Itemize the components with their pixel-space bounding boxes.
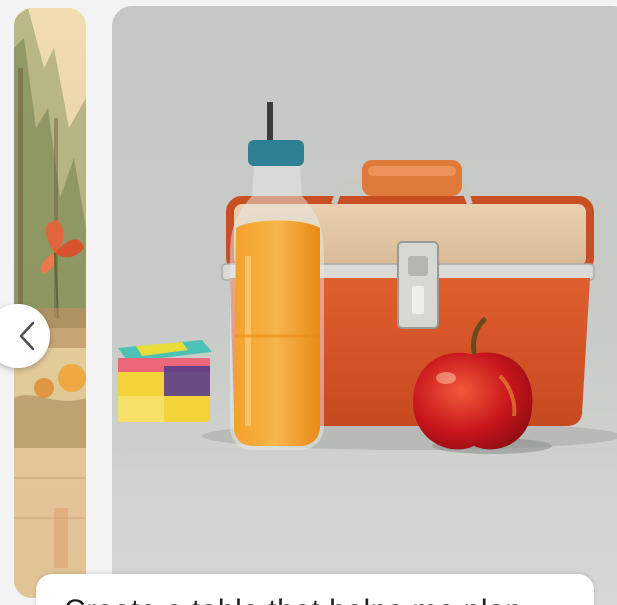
current-image-card[interactable] bbox=[112, 6, 617, 605]
previous-image-card[interactable] bbox=[14, 8, 86, 598]
prompt-caption-text: Create a table that helps me plan bbox=[64, 594, 522, 605]
image-carousel: Create a table that helps me plan bbox=[0, 0, 617, 605]
forest-watercolor-image bbox=[14, 8, 86, 598]
chevron-left-icon bbox=[19, 321, 35, 351]
prompt-caption-card[interactable]: Create a table that helps me plan bbox=[36, 574, 594, 605]
lunchbox-image bbox=[118, 102, 617, 454]
